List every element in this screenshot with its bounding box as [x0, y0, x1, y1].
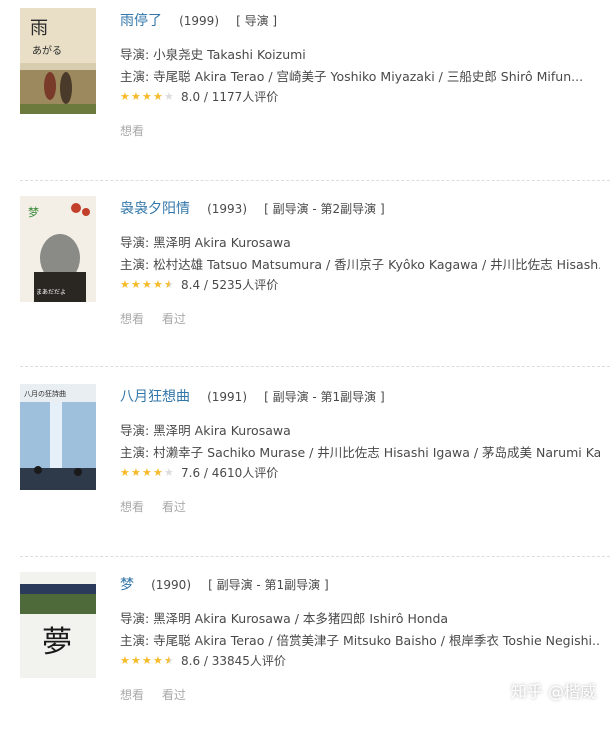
watched-button[interactable]: 看过 [162, 500, 186, 514]
star-icon: ★ [120, 653, 130, 667]
director-line: 导演: 黑泽明 Akira Kurosawa [120, 423, 291, 438]
movie-item: 八月の狂詩曲 八月狂想曲 (1991) [ 副导演 - 第1副导演 ] 导演: … [0, 376, 610, 565]
star-icon: ★ [164, 277, 174, 291]
director-line: 导演: 小泉尧史 Takashi Koizumi [120, 47, 306, 62]
title-row: 八月狂想曲 (1991) [ 副导演 - 第1副导演 ] [120, 386, 385, 405]
movie-poster[interactable]: 夢 [20, 572, 96, 678]
rating-row: ★ ★ ★ ★ ★ 8.0 / 1177人评价 [120, 88, 278, 104]
actions: 想看 [120, 122, 158, 139]
actions: 想看 看过 [120, 498, 200, 515]
movie-poster[interactable]: 梦 まあだだよ [20, 196, 96, 302]
title-row: 梦 (1990) [ 副导演 - 第1副导演 ] [120, 574, 329, 593]
divider [20, 366, 610, 367]
star-icon: ★ [153, 653, 163, 667]
star-icon: ★ [153, 89, 163, 103]
star-icon: ★ [120, 277, 130, 291]
actions: 想看 看过 [120, 686, 200, 703]
want-to-watch-button[interactable]: 想看 [120, 688, 144, 702]
svg-text:雨: 雨 [30, 18, 48, 39]
divider [20, 556, 610, 557]
movie-title-link[interactable]: 梦 [120, 577, 134, 593]
cast-line: 主演: 寺尾聪 Akira Terao / 倍赏美津子 Mitsuko Bais… [120, 633, 600, 648]
rating-stars: ★ ★ ★ ★ ★ [120, 279, 175, 290]
movie-title-link[interactable]: 八月狂想曲 [120, 389, 190, 405]
cast-line: 主演: 松村达雄 Tatsuo Matsumura / 香川京子 Kyôko K… [120, 257, 600, 272]
star-icon: ★ [120, 89, 130, 103]
star-icon: ★ [142, 89, 152, 103]
svg-text:まあだだよ: まあだだよ [36, 289, 66, 296]
want-to-watch-button[interactable]: 想看 [120, 124, 144, 138]
movie-role: [ 副导演 - 第2副导演 ] [264, 202, 385, 216]
movie-year: (1999) [179, 14, 219, 28]
star-icon: ★ [164, 89, 174, 103]
movie-item: 雨 あがる 雨停了 (1999) [ 导演 ] 导演: 小泉尧史 Takashi… [0, 0, 610, 189]
rating-text: 8.4 / 5235人评价 [181, 277, 279, 292]
svg-text:八月の狂詩曲: 八月の狂詩曲 [24, 389, 66, 398]
rating-text: 8.6 / 33845人评价 [181, 653, 286, 668]
watched-button[interactable]: 看过 [162, 312, 186, 326]
star-icon: ★ [142, 653, 152, 667]
movie-role: [ 副导演 - 第1副导演 ] [264, 390, 385, 404]
star-icon: ★ [142, 277, 152, 291]
movie-role: [ 副导演 - 第1副导演 ] [208, 578, 329, 592]
rating-row: ★ ★ ★ ★ ★ 8.6 / 33845人评价 [120, 652, 286, 668]
want-to-watch-button[interactable]: 想看 [120, 500, 144, 514]
title-row: 雨停了 (1999) [ 导演 ] [120, 10, 278, 29]
svg-text:あがる: あがる [32, 44, 62, 57]
star-icon: ★ [131, 277, 141, 291]
cast-line: 主演: 寺尾聪 Akira Terao / 宫崎美子 Yoshiko Miyaz… [120, 69, 584, 84]
watermark: 知乎 @楷威 [510, 682, 596, 701]
movie-title-link[interactable]: 袅袅夕阳情 [120, 201, 190, 217]
title-row: 袅袅夕阳情 (1993) [ 副导演 - 第2副导演 ] [120, 198, 385, 217]
director-line: 导演: 黑泽明 Akira Kurosawa / 本多猪四郎 Ishirô Ho… [120, 611, 449, 626]
rating-stars: ★ ★ ★ ★ ★ [120, 91, 175, 102]
cast-line: 主演: 村濑幸子 Sachiko Murase / 井川比佐志 Hisashi … [120, 445, 600, 460]
rating-row: ★ ★ ★ ★ ★ 8.4 / 5235人评价 [120, 276, 278, 292]
star-icon: ★ [131, 465, 141, 479]
rating-stars: ★ ★ ★ ★ ★ [120, 467, 175, 478]
star-icon: ★ [153, 465, 163, 479]
divider [20, 180, 610, 181]
director-line: 导演: 黑泽明 Akira Kurosawa [120, 235, 291, 250]
star-icon: ★ [120, 465, 130, 479]
star-icon: ★ [153, 277, 163, 291]
star-icon: ★ [164, 465, 174, 479]
movie-role: [ 导演 ] [236, 14, 278, 28]
movie-year: (1990) [151, 578, 191, 592]
rating-row: ★ ★ ★ ★ ★ 7.6 / 4610人评价 [120, 464, 278, 480]
movie-poster[interactable]: 八月の狂詩曲 [20, 384, 96, 490]
svg-text:夢: 夢 [42, 625, 72, 660]
movie-year: (1991) [207, 390, 247, 404]
star-icon: ★ [131, 653, 141, 667]
movie-item: 梦 まあだだよ 袅袅夕阳情 (1993) [ 副导演 - 第2副导演 ] 导演:… [0, 188, 610, 377]
rating-text: 7.6 / 4610人评价 [181, 465, 279, 480]
movie-poster[interactable]: 雨 あがる [20, 8, 96, 114]
star-icon: ★ [164, 653, 174, 667]
watched-button[interactable]: 看过 [162, 688, 186, 702]
movie-item: 夢 梦 (1990) [ 副导演 - 第1副导演 ] 导演: 黑泽明 Akira… [0, 564, 610, 753]
star-icon: ★ [142, 465, 152, 479]
movie-title-link[interactable]: 雨停了 [120, 13, 162, 29]
svg-text:梦: 梦 [28, 206, 39, 219]
rating-text: 8.0 / 1177人评价 [181, 89, 279, 104]
rating-stars: ★ ★ ★ ★ ★ [120, 655, 175, 666]
actions: 想看 看过 [120, 310, 200, 327]
star-icon: ★ [131, 89, 141, 103]
want-to-watch-button[interactable]: 想看 [120, 312, 144, 326]
movie-year: (1993) [207, 202, 247, 216]
